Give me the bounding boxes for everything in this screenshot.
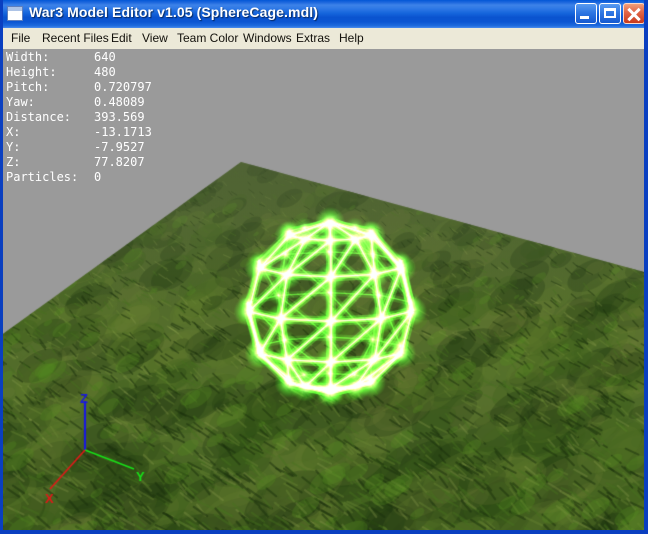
application-window: War3 Model Editor v1.05 (SphereCage.mdl)… [0, 0, 648, 534]
menu-item-recent-files[interactable]: Recent Files [40, 31, 111, 45]
menu-item-team-color[interactable]: Team Color [175, 31, 240, 45]
model-render-canvas[interactable] [3, 49, 644, 530]
menu-item-help[interactable]: Help [337, 31, 366, 45]
title-bar: War3 Model Editor v1.05 (SphereCage.mdl) [3, 0, 644, 28]
maximize-button[interactable] [599, 3, 621, 24]
window-icon [7, 6, 23, 21]
menu-bar: File Recent Files Edit View Team Color Window… [3, 28, 644, 49]
close-button[interactable] [623, 3, 644, 24]
menu-item-edit[interactable]: Edit [109, 31, 134, 45]
menu-item-extras[interactable]: Extras [294, 31, 332, 45]
window-title: War3 Model Editor v1.05 (SphereCage.mdl) [29, 4, 318, 20]
minimize-button[interactable] [575, 3, 597, 24]
menu-item-view[interactable]: View [140, 31, 170, 45]
menu-item-file[interactable]: File [9, 31, 32, 45]
model-viewport[interactable]: Width: 640 Height: 480 Pitch: 0.720797 Yaw: 0.4… [3, 49, 644, 530]
menu-item-windows[interactable]: Windows [241, 31, 294, 45]
